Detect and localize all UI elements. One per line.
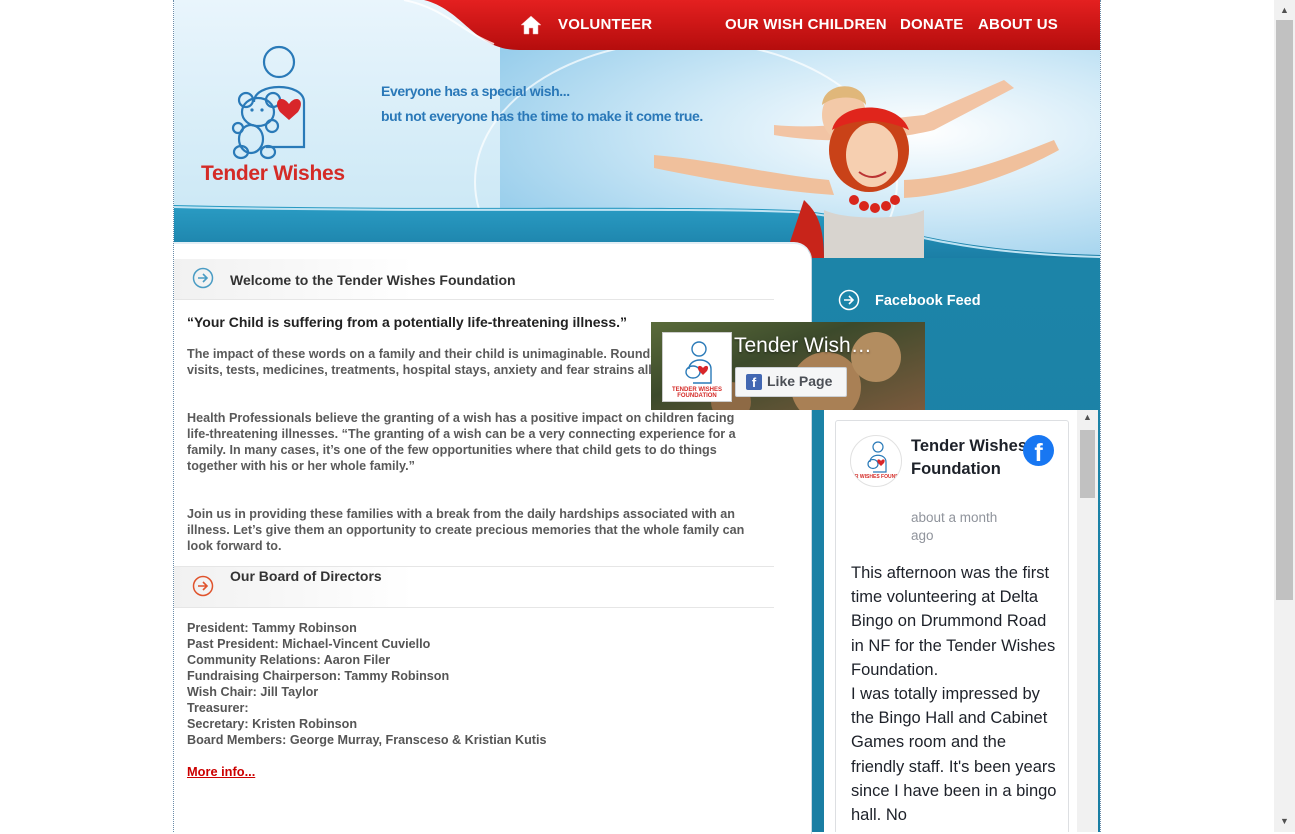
main-nav: VOLUNTEER OUR WISH CHILDREN DONATE ABOUT…: [174, 14, 1100, 40]
site-header: VOLUNTEER OUR WISH CHILDREN DONATE ABOUT…: [174, 0, 1100, 283]
welcome-title: Welcome to the Tender Wishes Foundation: [230, 272, 516, 288]
like-page-label: Like Page: [767, 373, 833, 389]
logo-text: Tender Wishes: [201, 162, 345, 185]
avatar-caption: TENDER WISHES FOUNDATION: [671, 387, 722, 399]
board-member: Board Members: George Murray, Fransceso …: [187, 733, 547, 747]
nav-wish-children[interactable]: OUR WISH CHILDREN: [725, 16, 887, 33]
facebook-section-title: Facebook Feed: [875, 293, 981, 309]
facebook-page-avatar[interactable]: TENDER WISHES FOUNDATION: [663, 333, 731, 401]
board-member: Community Relations: Aaron Filer: [187, 653, 391, 667]
nav-donate[interactable]: DONATE: [900, 16, 963, 33]
board-member: President: Tammy Robinson: [187, 621, 357, 635]
hero-photo: [654, 80, 1059, 260]
board-member: Treasurer:: [187, 701, 249, 715]
nav-about-us[interactable]: ABOUT US: [978, 16, 1058, 33]
welcome-paragraph-3: Join us in providing these families with…: [187, 507, 745, 553]
facebook-feed-scrollbar[interactable]: ▲: [1077, 410, 1098, 832]
scroll-up-arrow-icon[interactable]: ▲: [1077, 412, 1098, 422]
board-member: Fundraising Chairperson: Tammy Robinson: [187, 669, 450, 683]
tagline-line-1: Everyone has a special wish...: [381, 83, 570, 99]
facebook-feed[interactable]: TENDER WISHES FOUNDATION Tender Wishes F…: [824, 410, 1098, 832]
arrow-circle-icon: [192, 575, 214, 597]
post-author-name[interactable]: Tender Wishes Foundation: [911, 435, 1031, 480]
tender-wishes-logo-icon: TENDER WISHES FOUNDATION: [851, 441, 901, 480]
post-text-paragraph: This afternoon was the first time volunt…: [851, 564, 1056, 679]
scroll-up-arrow-icon[interactable]: ▲: [1274, 2, 1295, 19]
post-timestamp[interactable]: about a month ago: [911, 509, 1021, 545]
welcome-paragraph-2: Health Professionals believe the grantin…: [187, 411, 736, 473]
board-list: President: Tammy Robinson Past President…: [187, 620, 546, 748]
scroll-down-arrow-icon[interactable]: ▼: [1274, 813, 1295, 830]
tagline-line-2: but not everyone has the time to make it…: [381, 108, 703, 124]
like-page-button[interactable]: f Like Page: [735, 367, 847, 397]
scrollbar-thumb[interactable]: [1080, 430, 1095, 498]
board-title: Our Board of Directors: [230, 568, 382, 584]
facebook-page-name[interactable]: Tender Wish…: [734, 334, 872, 358]
board-section-header: Our Board of Directors: [174, 566, 774, 608]
facebook-section-header: Facebook Feed: [812, 283, 1100, 319]
post-text: This afternoon was the first time volunt…: [851, 561, 1061, 827]
post-text-paragraph: I was totally impressed by the Bingo Hal…: [851, 685, 1057, 825]
welcome-section-header: Welcome to the Tender Wishes Foundation: [174, 259, 774, 300]
board-member: Secretary: Kristen Robinson: [187, 717, 358, 731]
post-author-avatar[interactable]: TENDER WISHES FOUNDATION: [850, 435, 902, 487]
home-icon[interactable]: [520, 14, 542, 36]
board-member: Past President: Michael-Vincent Cuviello: [187, 637, 431, 651]
arrow-circle-icon: [838, 289, 860, 311]
facebook-post: TENDER WISHES FOUNDATION Tender Wishes F…: [835, 420, 1069, 832]
scrollbar-thumb[interactable]: [1276, 20, 1293, 600]
facebook-logo-icon[interactable]: f: [1023, 435, 1054, 466]
welcome-quote: “Your Child is suffering from a potentia…: [187, 314, 628, 330]
board-member: Wish Chair: Jill Taylor: [187, 685, 319, 699]
more-info-link[interactable]: More info...: [187, 764, 255, 779]
facebook-page-cover: TENDER WISHES FOUNDATION Tender Wish… f …: [651, 322, 925, 410]
page-scrollbar[interactable]: ▲ ▼: [1274, 0, 1295, 832]
arrow-circle-icon: [192, 267, 214, 289]
facebook-f-icon: f: [746, 374, 762, 390]
avatar-caption: TENDER WISHES FOUNDATION: [851, 474, 901, 480]
nav-volunteer[interactable]: VOLUNTEER: [558, 16, 652, 33]
